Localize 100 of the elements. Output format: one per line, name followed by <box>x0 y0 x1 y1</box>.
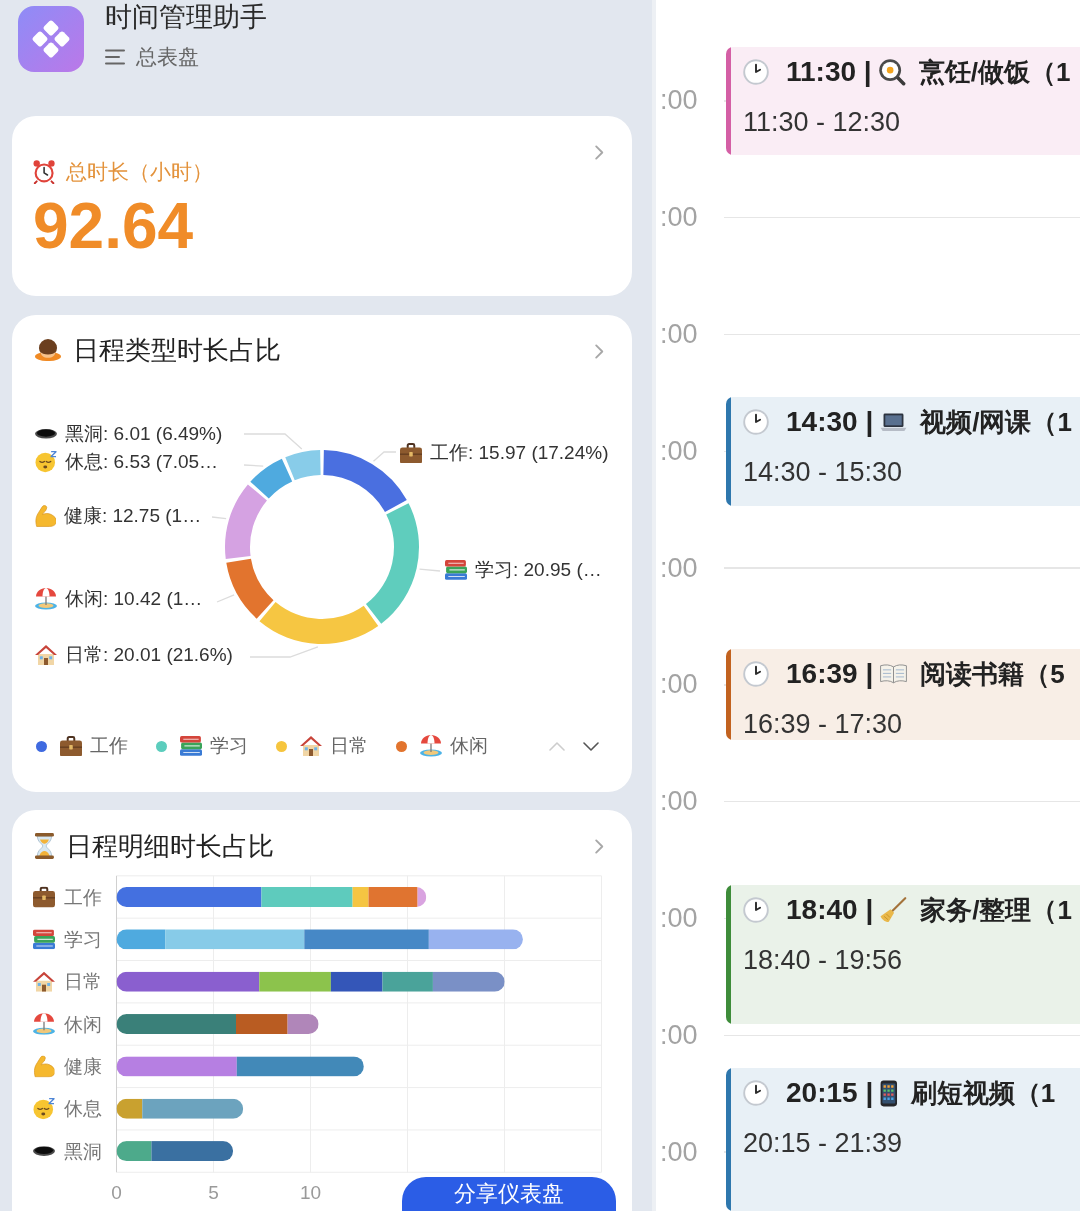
event-title: 阅读书籍（5 <box>920 657 1065 691</box>
leader-line <box>216 594 235 603</box>
chevron-right-icon[interactable] <box>594 839 604 854</box>
hole-icon <box>33 1146 55 1156</box>
house-icon <box>35 645 57 665</box>
slice-value-label: 学习: 20.95 (… <box>475 558 602 582</box>
event-card[interactable]: 14:30 | 视频/网课（1 14:30 - 15:30 <box>726 397 1080 506</box>
hour-label: :00 <box>660 435 699 467</box>
app-logo-icon <box>18 6 84 72</box>
category-label: 休息 <box>64 1098 102 1120</box>
total-duration-label: 总时长（小时） <box>66 159 214 185</box>
event-time-range: 20:15 - 21:39 <box>743 1127 903 1159</box>
clock-icon <box>743 59 769 85</box>
category-label: 日常 <box>64 971 102 993</box>
event-start-time: 20:15 | <box>786 1077 874 1109</box>
event-time-range: 14:30 - 15:30 <box>743 456 903 488</box>
chevron-right-icon[interactable] <box>594 344 604 359</box>
slice-value-label: 日常: 20.01 (21.6%) <box>65 643 233 667</box>
legend-label[interactable]: 休闲 <box>450 733 488 759</box>
event-start-time: 16:39 | <box>786 658 874 690</box>
beach-umbrella-icon <box>35 588 57 610</box>
slice-value-label: 健康: 12.75 (1… <box>63 504 202 528</box>
laptop-icon <box>880 412 908 432</box>
leader-line <box>249 646 319 658</box>
category-label: 学习 <box>64 928 102 950</box>
event-time-range: 18:40 - 19:56 <box>743 944 903 976</box>
leader-line <box>372 451 397 462</box>
slice-value-label: 休息: 6.53 (7.05… <box>65 450 219 474</box>
axis-tick-label: 5 <box>208 1181 219 1203</box>
clock-icon <box>743 661 769 687</box>
briefcase-icon <box>400 442 422 464</box>
menu-icon[interactable] <box>105 49 125 65</box>
legend-label[interactable]: 工作 <box>90 733 128 759</box>
bowing-person-icon <box>35 339 61 361</box>
frying-pan-icon <box>878 58 906 86</box>
hour-label: :00 <box>660 85 699 117</box>
briefcase-icon <box>33 887 55 908</box>
flexed-arm-icon <box>34 1056 55 1077</box>
books-icon <box>33 929 55 950</box>
leader-line <box>243 433 303 450</box>
hour-label: :00 <box>660 669 699 701</box>
card-title: 日程明细时长占比 <box>65 829 274 863</box>
briefcase-icon <box>60 735 82 757</box>
open-book-icon <box>880 664 908 684</box>
event-start-time: 11:30 | <box>786 56 872 88</box>
event-time-range: 16:39 - 17:30 <box>743 708 903 740</box>
hourglass-icon <box>35 833 54 859</box>
event-card[interactable]: 11:30 | 烹饪/做饭（1 11:30 - 12:30 <box>726 47 1080 155</box>
event-card[interactable]: 18:40 | 家务/整理（1 18:40 - 19:56 <box>726 885 1080 1024</box>
legend-label[interactable]: 学习 <box>210 733 248 759</box>
sleeping-face-icon <box>33 1098 54 1120</box>
hour-label: :00 <box>660 552 699 584</box>
legend-label[interactable]: 日常 <box>330 733 368 759</box>
leader-line <box>243 464 264 467</box>
hour-label: :00 <box>660 786 699 818</box>
event-title: 视频/网课（1 <box>920 405 1072 439</box>
hole-icon <box>35 429 57 439</box>
hour-label: :00 <box>660 202 699 234</box>
event-title: 刷短视频（1 <box>910 1076 1056 1110</box>
slice-value-label: 工作: 15.97 (17.24%) <box>430 441 609 465</box>
alarm-clock-icon <box>33 160 56 184</box>
clock-icon <box>743 1080 769 1106</box>
category-label: 工作 <box>64 886 102 908</box>
house-icon <box>33 971 55 992</box>
event-card[interactable]: 20:15 | 刷短视频（1 20:15 - 21:39 <box>726 1068 1080 1211</box>
total-duration-value: 92.64 <box>33 191 194 261</box>
hour-label: :00 <box>660 1136 699 1168</box>
category-label: 休闲 <box>64 1013 102 1035</box>
leader-line <box>418 568 441 572</box>
flexed-arm-icon <box>35 505 56 527</box>
card-title: 日程类型时长占比 <box>73 333 281 367</box>
category-label: 健康 <box>64 1055 102 1077</box>
share-dashboard-button[interactable]: 分享仪表盘 <box>402 1177 616 1211</box>
house-icon <box>300 736 322 756</box>
slice-value-label: 休闲: 10.42 (1… <box>65 587 203 611</box>
event-card[interactable]: 16:39 | 阅读书籍（5 16:39 - 17:30 <box>726 649 1080 740</box>
beach-umbrella-icon <box>420 735 442 757</box>
broom-icon <box>880 896 908 924</box>
chevron-down-icon[interactable] <box>583 741 599 751</box>
clock-icon <box>743 897 769 923</box>
chevron-right-icon[interactable] <box>594 145 604 160</box>
axis-tick-label: 10 <box>299 1181 322 1203</box>
category-label: 黑洞 <box>64 1140 102 1162</box>
slice-value-label: 黑洞: 6.01 (6.49%) <box>65 422 223 446</box>
leader-line <box>211 516 227 520</box>
hour-label: :00 <box>660 319 699 350</box>
beach-umbrella-icon <box>33 1013 55 1035</box>
event-start-time: 14:30 | <box>786 406 874 438</box>
event-title: 烹饪/做饭（1 <box>918 55 1071 89</box>
event-time-range: 11:30 - 12:30 <box>743 106 901 138</box>
event-title: 家务/整理（1 <box>920 893 1072 927</box>
phone-icon <box>880 1079 898 1107</box>
axis-tick-label: 0 <box>111 1181 122 1203</box>
hour-label: :00 <box>660 1019 699 1051</box>
event-start-time: 18:40 | <box>786 894 874 926</box>
books-icon <box>445 560 467 580</box>
sleeping-face-icon <box>35 451 57 473</box>
clock-icon <box>743 409 769 435</box>
books-icon <box>180 736 202 756</box>
page-title: 总表盘 <box>136 44 199 70</box>
